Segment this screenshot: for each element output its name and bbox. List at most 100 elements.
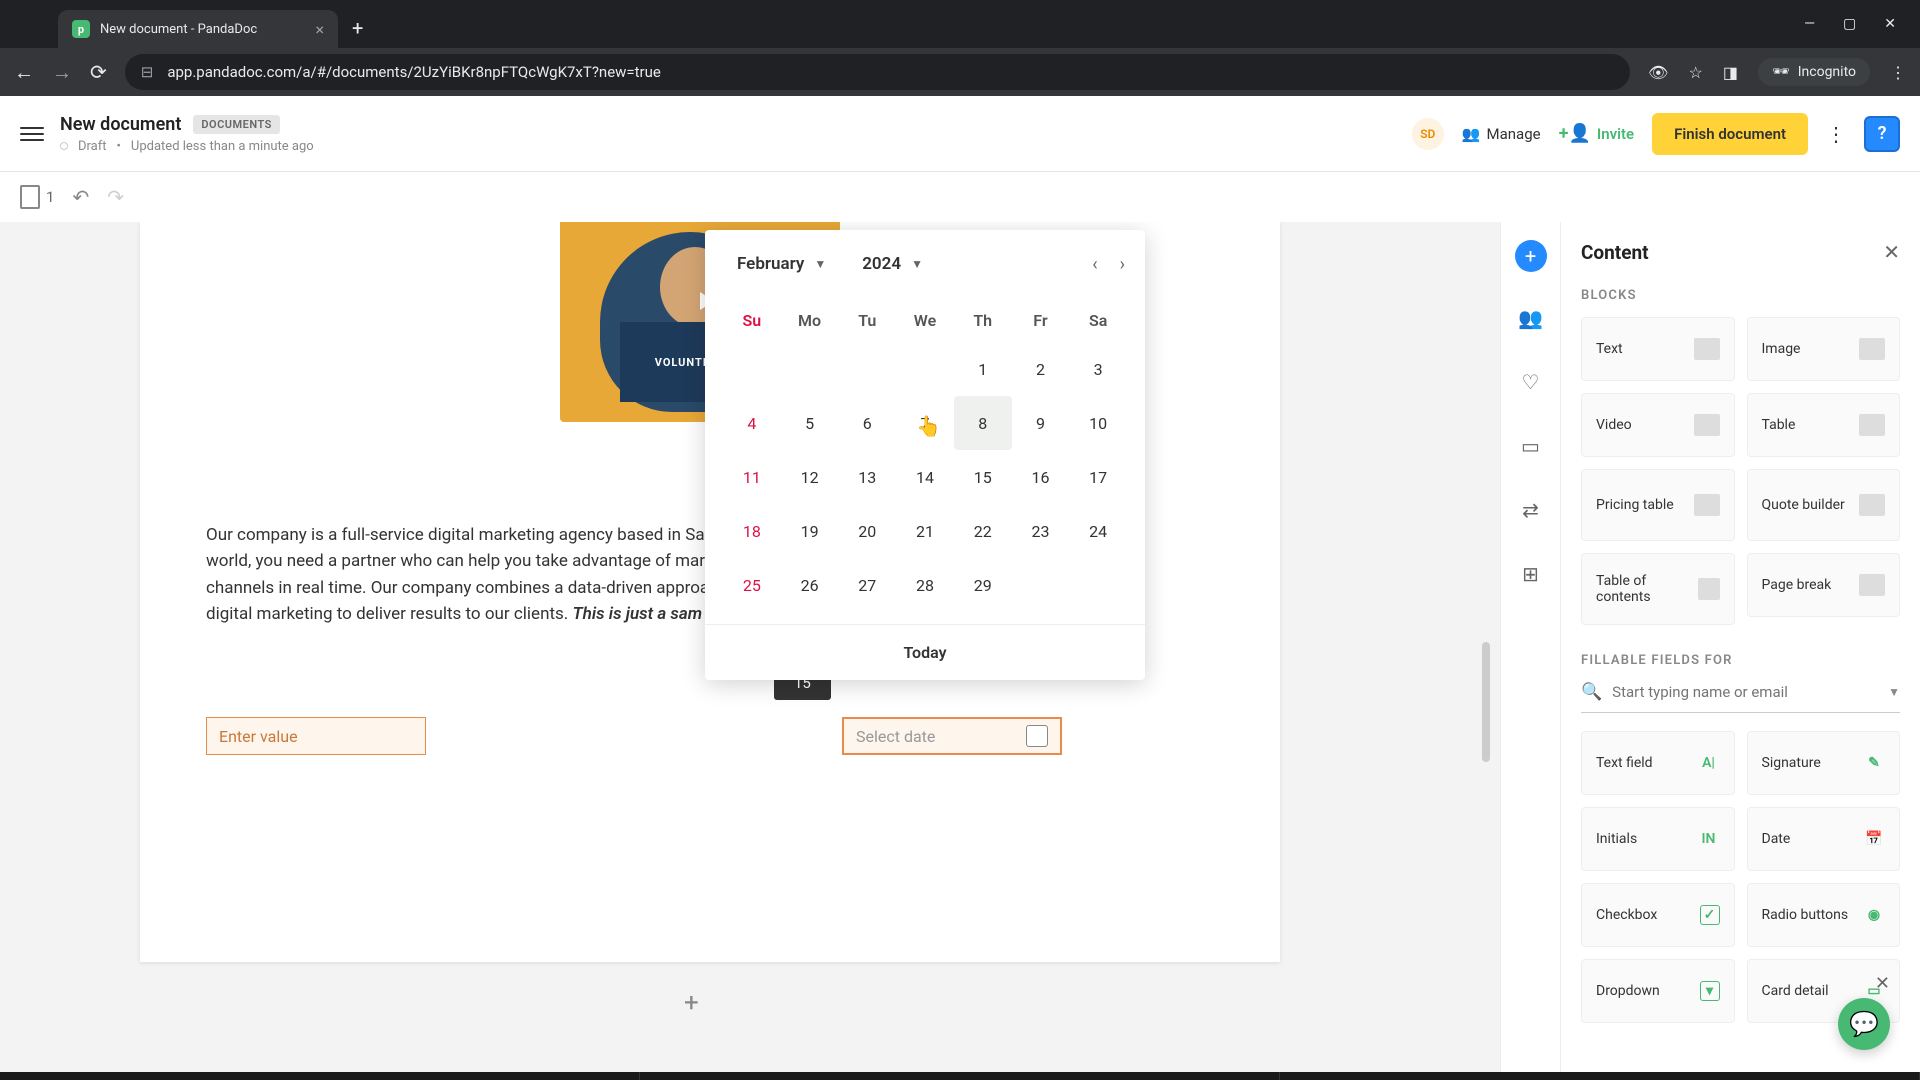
recipient-search-input[interactable] [1612, 683, 1878, 701]
add-content-button[interactable]: + [1515, 240, 1547, 272]
pages-indicator[interactable]: 1 [20, 185, 54, 209]
block-pricing-table[interactable]: Pricing table [1581, 469, 1735, 541]
next-month-button[interactable]: › [1120, 254, 1125, 275]
scrollbar-thumb[interactable] [1482, 642, 1490, 762]
workflow-icon[interactable]: ⇄ [1513, 492, 1549, 528]
calendar-day[interactable]: 2 [1012, 342, 1070, 396]
undo-button[interactable]: ↶ [72, 185, 89, 209]
visibility-off-icon[interactable]: 👁 [1648, 63, 1668, 82]
close-window-icon[interactable]: ✕ [1884, 16, 1896, 32]
recipients-icon[interactable]: 👥 [1513, 300, 1549, 336]
new-tab-button[interactable]: + [352, 16, 363, 40]
calendar-day[interactable]: 1 [954, 342, 1012, 396]
field-date[interactable]: Date📅 [1747, 807, 1901, 871]
add-section-button[interactable]: + [684, 988, 699, 1018]
calendar-day[interactable]: 3 [1069, 342, 1127, 396]
apps-icon[interactable]: ⊞ [1513, 556, 1549, 592]
bookmark-icon[interactable]: ☆ [1688, 63, 1702, 82]
calendar-day[interactable]: 21 [896, 504, 954, 558]
variables-icon[interactable]: ♡ [1513, 364, 1549, 400]
url-bar[interactable]: ⊟ app.pandadoc.com/a/#/documents/2UzYiBK… [125, 54, 1630, 90]
field-text-field[interactable]: Text fieldA| [1581, 731, 1735, 795]
browser-menu-icon[interactable]: ⋮ [1890, 63, 1906, 82]
field-signature[interactable]: Signature✎ [1747, 731, 1901, 795]
calendar-day[interactable]: 5 [781, 396, 839, 450]
back-button[interactable]: ← [14, 60, 34, 85]
document-title[interactable]: New document [60, 114, 181, 135]
calendar-day[interactable]: 23 [1012, 504, 1070, 558]
calendar-day[interactable]: 18 [723, 504, 781, 558]
search-icon: 🔍 [1581, 682, 1602, 702]
calendar-day[interactable]: 15 [954, 450, 1012, 504]
image-icon [1859, 338, 1885, 360]
calendar-day[interactable]: 11 [723, 450, 781, 504]
layout-icon[interactable]: ▭ [1513, 428, 1549, 464]
maximize-icon[interactable]: ▢ [1843, 16, 1856, 32]
forward-button[interactable]: → [52, 60, 72, 85]
calendar-day[interactable]: 27 [838, 558, 896, 612]
updated-label: Updated less than a minute ago [131, 139, 314, 154]
site-info-icon[interactable]: ⊟ [141, 63, 154, 81]
calendar-day[interactable]: 22 [954, 504, 1012, 558]
invite-button[interactable]: +👤 Invite [1559, 123, 1635, 144]
block-quote-builder[interactable]: Quote builder [1747, 469, 1901, 541]
block-page-break[interactable]: Page break [1747, 553, 1901, 617]
calendar-day [1069, 558, 1127, 612]
calendar-day[interactable]: 26 [781, 558, 839, 612]
calendar-day[interactable]: 28 [896, 558, 954, 612]
calendar-day[interactable]: 14 [896, 450, 954, 504]
finish-document-button[interactable]: Finish document [1652, 113, 1808, 155]
more-options-icon[interactable]: ⋮ [1826, 122, 1846, 146]
help-button[interactable]: ? [1864, 116, 1900, 152]
field-checkbox[interactable]: Checkbox✓ [1581, 883, 1735, 947]
calendar-day[interactable]: 9 [1012, 396, 1070, 450]
month-selector[interactable]: February ▼ [725, 248, 838, 280]
block-text[interactable]: Text [1581, 317, 1735, 381]
user-avatar[interactable]: SD [1412, 118, 1444, 150]
calendar-day[interactable]: 29 [954, 558, 1012, 612]
today-button[interactable]: Today [705, 624, 1145, 680]
block-table-of-contents[interactable]: Table of contents [1581, 553, 1735, 625]
calendar-day[interactable]: 17 [1069, 450, 1127, 504]
browser-tab[interactable]: p New document - PandaDoc × [58, 10, 338, 48]
hamburger-menu[interactable] [20, 127, 44, 141]
manage-button[interactable]: 👥 Manage [1462, 125, 1541, 143]
chevron-down-icon: ▼ [814, 257, 826, 271]
field-radio-buttons[interactable]: Radio buttons◉ [1747, 883, 1901, 947]
calendar-day[interactable]: 8 [954, 396, 1012, 450]
calendar-day[interactable]: 16 [1012, 450, 1070, 504]
block-video[interactable]: Video [1581, 393, 1735, 457]
field-dropdown[interactable]: Dropdown▾ [1581, 959, 1735, 1023]
calendar-day[interactable]: 12 [781, 450, 839, 504]
block-table[interactable]: Table [1747, 393, 1901, 457]
chat-widget-button[interactable]: 💬 [1838, 998, 1890, 1050]
year-selector[interactable]: 2024 ▼ [850, 248, 935, 280]
video-icon [1694, 414, 1720, 436]
redo-button[interactable]: ↷ [107, 185, 124, 209]
calendar-day[interactable]: 24 [1069, 504, 1127, 558]
weekday-header: We [896, 298, 954, 342]
side-panel-icon[interactable]: ◨ [1723, 63, 1738, 82]
calendar-day[interactable]: 25 [723, 558, 781, 612]
enter-value-field[interactable]: Enter value [206, 717, 426, 755]
calendar-day[interactable]: 19 [781, 504, 839, 558]
field-initials[interactable]: InitialsIN [1581, 807, 1735, 871]
close-panel-icon[interactable]: ✕ [1883, 240, 1900, 264]
calendar-day[interactable]: 10 [1069, 396, 1127, 450]
calendar-day[interactable]: 6 [838, 396, 896, 450]
block-image[interactable]: Image [1747, 317, 1901, 381]
close-tab-icon[interactable]: × [315, 20, 324, 39]
calendar-day[interactable]: 4 [723, 396, 781, 450]
calendar-day[interactable]: 13 [838, 450, 896, 504]
prev-month-button[interactable]: ‹ [1092, 254, 1097, 275]
chat-close-icon[interactable]: ✕ [1875, 973, 1890, 994]
select-date-field[interactable]: Select date [842, 717, 1062, 755]
calendar-day[interactable]: 7 [896, 396, 954, 450]
fillable-section-label: FILLABLE FIELDS FOR [1581, 653, 1900, 668]
incognito-badge[interactable]: 🕶 Incognito [1758, 58, 1870, 86]
minimize-icon[interactable]: — [1804, 16, 1815, 32]
calendar-day[interactable]: 20 [838, 504, 896, 558]
reload-button[interactable]: ⟳ [90, 60, 107, 84]
chevron-down-icon[interactable]: ▼ [1888, 685, 1900, 699]
document-canvas[interactable]: VOLUNTEER Our company is a full-service … [0, 222, 1500, 1080]
